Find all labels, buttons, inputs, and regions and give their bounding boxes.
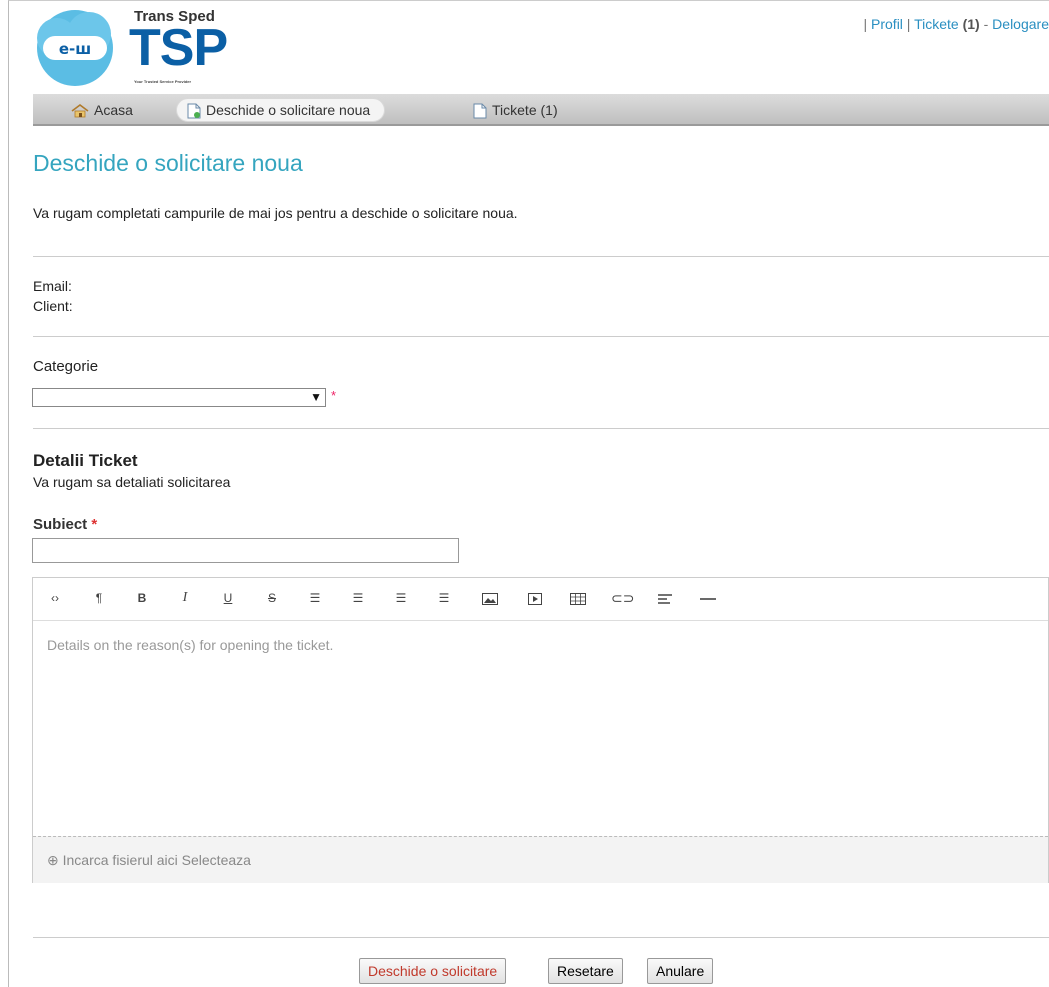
editor-placeholder[interactable]: Details on the reason(s) for opening the…	[47, 637, 333, 653]
italic-icon[interactable]: I	[175, 588, 195, 608]
link-icon[interactable]: ⊂⊃	[611, 588, 634, 608]
page-intro: Va rugam completati campurile de mai jos…	[33, 205, 518, 221]
upload-icon: ⊕	[47, 852, 59, 868]
page-title: Deschide o solicitare noua	[33, 150, 303, 176]
divider	[33, 336, 1049, 337]
required-marker: *	[331, 388, 337, 403]
divider	[33, 937, 1049, 938]
bold-icon[interactable]: B	[132, 588, 152, 608]
nav-tickets-label: Tickete (1)	[492, 102, 558, 118]
subject-label: Subiect *	[33, 516, 97, 533]
profile-link[interactable]: Profil	[871, 16, 903, 32]
image-icon[interactable]	[480, 588, 500, 608]
indent-icon[interactable]: ☰	[434, 588, 454, 608]
main-nav: Acasa Deschide o solicitare noua Tickete…	[33, 94, 1049, 126]
client-label: Client:	[33, 298, 73, 314]
horizontal-rule-icon[interactable]	[698, 588, 718, 608]
svg-text:e-ш: e-ш	[59, 40, 91, 58]
video-icon[interactable]	[525, 588, 545, 608]
cancel-button[interactable]: Anulare	[647, 958, 714, 984]
brand-tagline: Your Trusted Service Provider	[134, 79, 192, 84]
dropdown-arrow-icon: ▼	[310, 390, 322, 404]
reset-button[interactable]: Resetare	[548, 958, 623, 984]
details-heading: Detalii Ticket	[33, 451, 138, 470]
nav-new-request-label: Deschide o solicitare noua	[206, 102, 371, 118]
outdent-icon[interactable]: ☰	[391, 588, 411, 608]
nav-item-new-request[interactable]: Deschide o solicitare noua	[176, 98, 386, 122]
new-document-icon	[187, 103, 201, 119]
underline-icon[interactable]: U	[218, 588, 238, 608]
user-links: | Profil | Tickete (1) - Delogare	[863, 16, 1049, 32]
submit-button[interactable]: Deschide o solicitare	[359, 958, 507, 984]
unordered-list-icon[interactable]: ☰	[305, 588, 325, 608]
nav-home-label: Acasa	[94, 102, 133, 118]
category-select[interactable]: ▼	[32, 388, 326, 407]
details-subheading: Va rugam sa detaliati solicitarea	[33, 474, 231, 490]
nav-item-tickets[interactable]: Tickete (1)	[473, 99, 558, 121]
cloud-logo-icon: e-ш	[37, 10, 113, 86]
tickets-count: (1)	[962, 16, 980, 32]
paragraph-icon[interactable]: ¶	[89, 588, 109, 608]
brand-logo[interactable]: e-ш Trans Sped TSP Your Trusted Service …	[29, 4, 269, 92]
file-upload-dropzone[interactable]: ⊕ Incarca fisierul aici Selecteaza	[33, 836, 1048, 883]
logout-link[interactable]: Delogare	[992, 16, 1049, 32]
table-icon[interactable]	[568, 588, 588, 608]
document-icon	[473, 103, 487, 119]
home-icon	[71, 104, 89, 118]
divider	[33, 428, 1049, 429]
strikethrough-icon[interactable]: S	[262, 588, 282, 608]
subject-required-marker: *	[91, 516, 98, 533]
upload-text: Incarca fisierul aici Selecteaza	[62, 852, 251, 868]
nav-item-home[interactable]: Acasa	[71, 99, 133, 121]
category-label: Categorie	[33, 358, 99, 375]
code-view-icon[interactable]: ‹›	[45, 588, 65, 608]
subject-label-text: Subiect	[33, 516, 88, 533]
tickets-link[interactable]: Tickete	[914, 16, 959, 32]
brand-logo-text: TSP	[129, 19, 228, 77]
ordered-list-icon[interactable]: ☰	[348, 588, 368, 608]
email-label: Email:	[33, 278, 72, 294]
subject-input[interactable]	[32, 538, 459, 563]
divider	[33, 256, 1049, 257]
rich-text-editor: ‹› ¶ B I U S ☰ ☰ ☰ ☰ ⊂⊃ Details on the r…	[32, 577, 1049, 883]
editor-toolbar: ‹› ¶ B I U S ☰ ☰ ☰ ☰ ⊂⊃	[33, 578, 1048, 621]
align-icon[interactable]	[655, 588, 675, 608]
upload-label: ⊕ Incarca fisierul aici Selecteaza	[47, 852, 251, 869]
